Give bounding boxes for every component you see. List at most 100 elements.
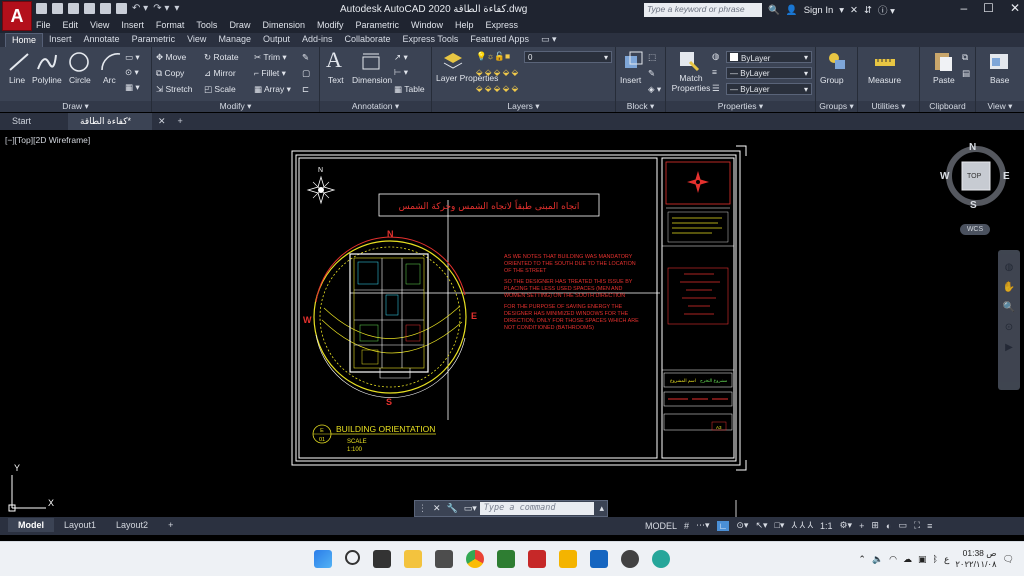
tab-express-tools[interactable]: Express Tools [397, 33, 465, 47]
linetype-icon[interactable]: ≡ [712, 67, 717, 77]
layer-tools-row2[interactable]: ⬙ ⬙ ⬙ ⬙ ⬙ [476, 83, 518, 94]
tab-insert[interactable]: Insert [43, 33, 78, 47]
scale-button[interactable]: ◰ Scale [204, 84, 236, 95]
cart-icon[interactable]: ✕ [850, 5, 858, 16]
viewcube-west[interactable]: W [940, 171, 949, 182]
grid-icon[interactable]: # [684, 521, 689, 531]
save-as-icon[interactable] [84, 3, 95, 14]
block-panel-title[interactable]: Block ▾ [616, 101, 665, 112]
task-view-icon[interactable] [373, 550, 391, 568]
match-properties-icon[interactable] [678, 50, 700, 72]
cloud-icon[interactable]: ☁ [903, 554, 912, 565]
ortho-icon[interactable]: ∟ [716, 520, 730, 531]
menu-draw[interactable]: Draw [229, 20, 250, 33]
customization-icon[interactable]: ≡ [927, 521, 932, 531]
polyline-button[interactable]: Polyline [32, 75, 62, 85]
layout-tab-model[interactable]: Model [8, 518, 54, 532]
calculator-icon[interactable] [497, 550, 515, 568]
tab-view[interactable]: View [181, 33, 212, 47]
modify-panel-title[interactable]: Modify ▾ [152, 101, 319, 112]
menu-express[interactable]: Express [486, 20, 519, 33]
redo-icon[interactable]: ↷ ▾ [153, 3, 169, 14]
insert-button[interactable]: Insert [620, 75, 641, 85]
lineweight-dropdown[interactable]: — ByLayer ▾ [726, 83, 812, 95]
nav-icons[interactable]: ◍ ✋ 🔍 ⊙ ▶ [998, 258, 1020, 358]
viewcube-east[interactable]: E [1003, 171, 1010, 182]
menu-help[interactable]: Help [455, 20, 474, 33]
group-icon[interactable] [826, 50, 848, 72]
erase-icon[interactable]: ✎ [302, 52, 309, 63]
trim-button[interactable]: ✂ Trim ▾ [254, 52, 287, 63]
annotation-scale-icon[interactable]: ⅄ ⅄ ⅄ [791, 520, 813, 531]
new-file-icon[interactable] [36, 3, 47, 14]
start-icon[interactable] [314, 550, 332, 568]
add-layout-icon[interactable]: + [158, 518, 183, 532]
layer-dropdown[interactable]: 0 ▾ [524, 51, 612, 63]
mleader-icon[interactable]: ⊢ ▾ [394, 67, 408, 78]
layer-tools-row1[interactable]: ⬙ ⬙ ⬙ ⬙ ⬙ [476, 67, 518, 78]
wifi-icon[interactable]: ◠ [889, 554, 897, 565]
table-button[interactable]: ▦ Table [394, 84, 425, 95]
search-icon[interactable]: 🔍 [768, 5, 780, 16]
explode-icon[interactable]: ▢ [302, 68, 310, 79]
print-icon[interactable] [116, 3, 127, 14]
viewcube-south[interactable]: S [970, 200, 977, 211]
tab-home[interactable]: Home [5, 33, 44, 47]
menu-format[interactable]: Format [156, 20, 185, 33]
properties-panel-title[interactable]: Properties ▾ [666, 101, 815, 112]
open-file-icon[interactable] [52, 3, 63, 14]
hardware-accel-icon[interactable]: ◐ [886, 521, 891, 531]
command-history-icon[interactable]: ▴ [596, 503, 607, 514]
menu-insert[interactable]: Insert [121, 20, 144, 33]
command-close-icon[interactable]: ✕ [430, 503, 444, 514]
annotation-panel-title[interactable]: Annotation ▾ [320, 101, 431, 112]
line-icon[interactable] [8, 51, 30, 73]
units-icon[interactable]: ⊞ [871, 520, 879, 531]
mirror-button[interactable]: ⊿ Mirror [204, 68, 236, 79]
menu-window[interactable]: Window [411, 20, 443, 33]
lineweight-icon[interactable]: ☰ [712, 83, 720, 94]
undo-icon[interactable]: ↶ ▾ [132, 3, 148, 14]
hatch-icon[interactable]: ⊙ ▾ [125, 67, 139, 78]
doc-tab-close-icon[interactable]: ✕ [152, 113, 172, 130]
qat-dropdown-icon[interactable]: ▾ [174, 3, 179, 14]
offset-icon[interactable]: ⊏ [302, 84, 309, 95]
gradient-icon[interactable]: ▦ ▾ [125, 82, 140, 93]
dimension-button[interactable]: Dimension [352, 75, 392, 85]
edit-block-icon[interactable]: ✎ [648, 68, 655, 79]
tab-manage[interactable]: Manage [212, 33, 257, 47]
help-icon[interactable]: ⓘ ▾ [878, 3, 895, 17]
speaker-icon[interactable]: 🔈 [872, 554, 883, 565]
annotation-scale-value[interactable]: 1:1 [820, 521, 833, 531]
circle-button[interactable]: Circle [69, 75, 91, 85]
arc-icon[interactable] [100, 51, 122, 73]
tray-chevron-icon[interactable]: ⌃ [858, 554, 866, 565]
rotate-button[interactable]: ↻ Rotate [204, 52, 239, 63]
viewport-controls[interactable]: [−][Top][2D Wireframe] [5, 135, 90, 145]
tab-output[interactable]: Output [257, 33, 296, 47]
clock[interactable]: 01:38 ص ٢٠٢٢/١١/٠٨ [955, 548, 996, 570]
drawing-canvas[interactable]: N اتجاه المبنى طبقاً لاتجاه الشمس وحركة … [0, 130, 1024, 518]
snap-icon[interactable]: ⋯▾ [696, 520, 710, 531]
color-wheel-icon[interactable]: ◍ [712, 51, 719, 62]
array-button[interactable]: ▦ Array ▾ [254, 84, 291, 95]
polar-icon[interactable]: ⊙▾ [736, 520, 748, 531]
paste-button[interactable]: Paste [933, 75, 955, 85]
wcs-menu[interactable]: WCS [960, 224, 990, 235]
minimize-icon[interactable]: – [960, 1, 967, 15]
menu-edit[interactable]: Edit [63, 20, 79, 33]
layout-tab-layout1[interactable]: Layout1 [54, 518, 106, 532]
maximize-icon[interactable]: ☐ [983, 1, 994, 15]
dimension-icon[interactable] [360, 51, 382, 73]
viewcube[interactable]: N S E W TOP WCS [940, 140, 1012, 240]
model-space-button[interactable]: MODEL [645, 521, 677, 531]
copy-button[interactable]: ⧉ Copy [156, 68, 184, 79]
viewcube-top[interactable]: TOP [967, 173, 981, 180]
isodraft-icon[interactable]: ↖▾ [755, 520, 767, 531]
recent-commands-icon[interactable]: ▭▾ [461, 503, 480, 514]
menu-parametric[interactable]: Parametric [356, 20, 400, 33]
fillet-button[interactable]: ⌐ Fillet ▾ [254, 68, 286, 79]
paste-icon[interactable] [932, 50, 954, 72]
bluetooth-icon[interactable]: ᛒ [933, 554, 938, 564]
exchange-icon[interactable]: ⇵ [864, 5, 872, 16]
